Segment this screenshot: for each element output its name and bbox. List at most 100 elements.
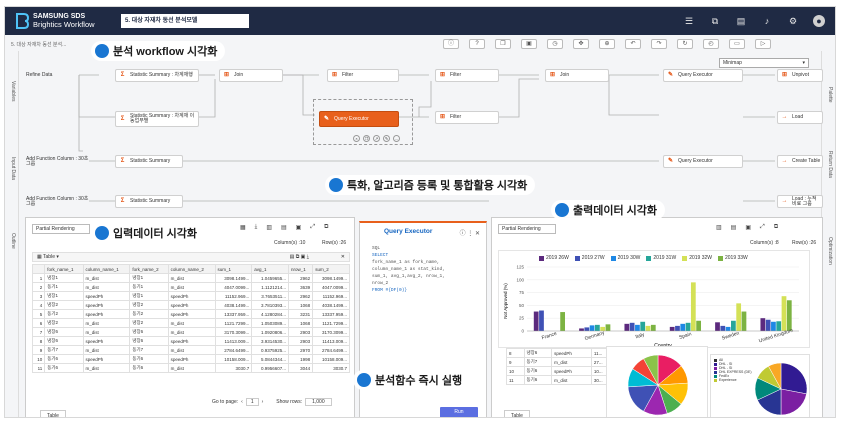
bar[interactable] [584,327,590,331]
column-header[interactable]: fork_name_1 [44,264,84,274]
legend-item[interactable]: 2019 30W [610,255,640,261]
table-row[interactable]: 11 동기6 m_dist 동기6 m_dist 3030.7 0.9956607... 30… [31,363,350,373]
external-link-icon[interactable]: ⧉ [709,15,721,27]
pie-slice[interactable] [780,362,808,395]
column-header[interactable]: avg_1 [251,264,289,274]
edit-icon[interactable]: ✎ [383,135,390,142]
bar[interactable] [771,321,776,331]
side-tab-outline[interactable]: Outline [10,233,16,249]
legend-item[interactable]: 2019 26W [539,255,569,261]
bar[interactable] [669,326,675,331]
node-statistic-summary[interactable]: Σ Statistic Summary [115,195,183,208]
breadcrumb[interactable]: 5. 대상 자재차 동선 분석... [11,41,66,48]
more-icon[interactable]: ⋮ [467,231,473,237]
node-filter[interactable]: ⊞ Filter [327,69,399,82]
bar[interactable] [539,310,544,331]
bar[interactable] [624,323,630,331]
table-row[interactable]: 7 냉장6 m_dist 냉장6 m_dist 3170.3099... 1.0920806… [31,327,350,337]
help-icon[interactable]: ⓘ [460,231,466,237]
bar[interactable] [650,324,656,331]
bar[interactable] [781,296,787,331]
bar[interactable] [725,326,731,331]
bar[interactable] [760,318,766,331]
node-join[interactable]: ⊞ Join [545,69,609,82]
column-header[interactable]: column_name_1 [82,264,131,274]
side-tab-palette[interactable]: Palette [827,87,833,103]
pie-slice[interactable] [780,388,807,416]
node-query-executor-selected[interactable]: ✎ Query Executor [319,111,399,127]
columns-icon[interactable]: ▥ [716,224,722,231]
settings-icon[interactable]: ⚙ [787,15,799,27]
side-tab-variables[interactable]: Variables [10,81,16,101]
play-icon[interactable]: ▷ [755,39,771,49]
bar[interactable] [675,325,680,331]
bar[interactable] [560,312,566,331]
node-refine-data[interactable]: Refine Data [23,69,79,82]
node-load[interactable]: → Load [777,111,823,124]
node-load[interactable]: → Load : 누적 비료 그룹 [777,195,823,208]
download-icon[interactable]: ⤓ [255,224,258,231]
redo-icon[interactable]: ↷ [651,39,667,49]
prev-page-icon[interactable]: ‹ [241,399,243,405]
node-query-executor[interactable]: ✎ Query Executor [663,69,743,82]
bar[interactable] [741,311,747,331]
bar[interactable] [736,303,742,331]
close-icon[interactable]: ✕ [341,253,345,261]
node-join[interactable]: ⊞ Join [219,69,283,82]
node-statistic-summary[interactable]: Σ Statistic Summary [115,155,183,168]
column-header[interactable]: sum_1 [214,264,253,274]
legend-item[interactable]: 2019 31W [646,255,676,261]
input-table-tab[interactable]: Table [40,410,66,417]
bar[interactable] [776,321,782,331]
legend-item[interactable]: Experience [714,378,752,382]
node-statistic-summary[interactable]: Σ Statistic Summary : 차계재 이동업무별 [115,111,199,127]
bar[interactable] [629,322,635,331]
rows-icon[interactable]: ▤ [281,224,287,231]
bar[interactable] [786,300,792,331]
schedule-icon[interactable]: ◴ [703,39,719,49]
bar[interactable] [645,325,651,331]
show-rows-select[interactable]: 1,000 [305,398,332,406]
table-row[interactable]: 10 동기6 speedPh 동기6 speedPh 10158.009... 5.0844… [31,354,350,364]
share-icon[interactable]: ↗ [373,135,380,142]
table-row[interactable]: 9 동기7 m_dist 동기7 m_dist 2784.6499... 0.9375925… [31,345,350,355]
next-page-icon[interactable]: › [262,399,264,405]
bar[interactable] [635,324,640,331]
undo-icon[interactable]: ↶ [625,39,641,49]
column-header[interactable]: nrow_1 [287,264,314,274]
table-row[interactable]: 5 동기2 speedPh 동기2 speedPh 13337.959... 4.12802… [31,309,350,319]
table-row[interactable]: 2 동기1 m_dist 동기1 m_dist 4047.0099... 1.1121214… [31,282,350,292]
table-row[interactable]: 8 냉장6 speedPh 냉장6 speedPh 11413.009... 3.93145… [31,336,350,346]
bar[interactable] [589,325,595,331]
render-mode-select[interactable]: Partial Rendering [32,224,90,234]
table-row[interactable]: 9 동기7 m_dist 27... [506,357,617,367]
workflow-title-tab[interactable]: 5. 대상 자재차 동선 분석모델 [121,14,249,28]
bar[interactable] [731,320,736,331]
bar[interactable] [696,320,702,331]
side-tab-return-data[interactable]: Return Data [827,151,833,178]
bar[interactable] [690,282,696,331]
column-header[interactable] [31,264,46,274]
move-icon[interactable]: ✥ [573,39,589,49]
layout-icon[interactable]: ▣ [296,224,302,231]
table-row[interactable]: 8 냉장6 speedPh 11... [506,348,617,358]
node-create-table[interactable]: → Create Table [777,155,823,168]
column-header[interactable]: column_name_2 [167,264,216,274]
help-icon[interactable]: ? [469,39,485,49]
column-header[interactable]: fork_name_2 [129,264,169,274]
bell-icon[interactable]: ♪ [761,15,773,27]
node-unpivot[interactable]: ⊞ Unpivot [777,69,823,82]
run-button[interactable]: Run [440,407,478,417]
table-row[interactable]: 10 동기6 speedPh 10... [506,366,617,376]
table-row[interactable]: 11 동기6 m_dist 30... [506,375,617,385]
copy-icon[interactable]: ❐ [495,39,511,49]
table-row[interactable]: 6 냉장2 m_dist 냉장2 m_dist 1121.7299... 1.0503089… [31,318,350,328]
table-row[interactable]: 3 냉장1 speedPh 냉장1 speedPh 11152.969... 3.76535… [31,291,350,301]
node-add-function-column[interactable]: Add Function Column : 30초 그룹 [23,155,89,169]
layout-icon[interactable]: ▭ [729,39,745,49]
grid-icon[interactable]: ☰ [683,15,695,27]
table-row[interactable]: 1 냉장1 m_dist 냉장1 m_dist 3098.1499... 1.0459655… [31,273,350,283]
popout-icon[interactable]: ⧉ [774,224,778,231]
node-filter[interactable]: ⊞ Filter [435,69,499,82]
legend-item[interactable]: 2019 33W [717,255,748,261]
